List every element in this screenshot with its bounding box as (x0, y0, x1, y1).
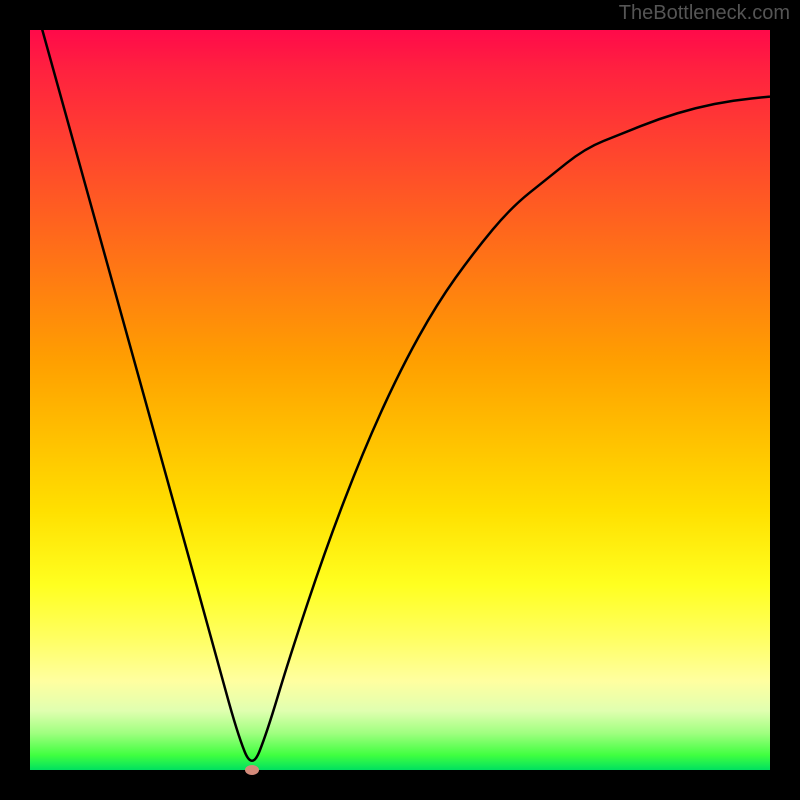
optimal-point-marker (245, 765, 259, 775)
bottleneck-curve (30, 30, 770, 770)
watermark-text: TheBottleneck.com (619, 2, 790, 25)
chart-plot-area (30, 30, 770, 770)
